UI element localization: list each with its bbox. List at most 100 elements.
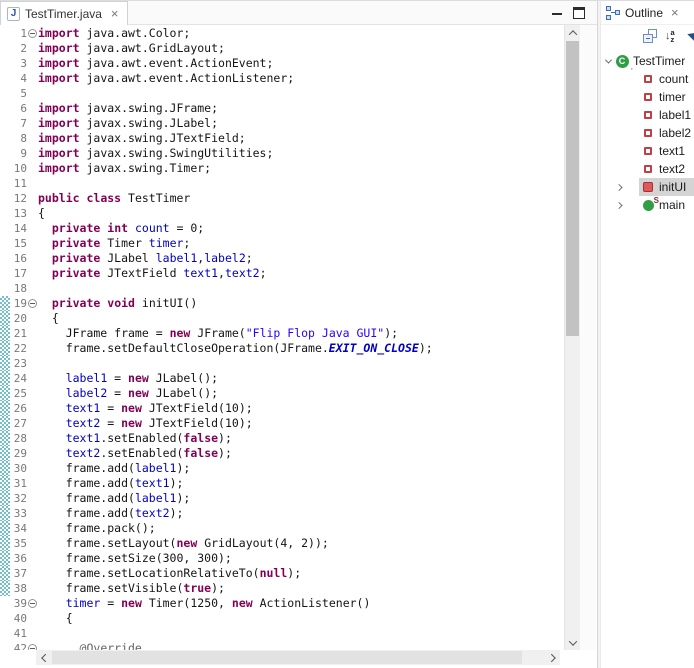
line-number[interactable]: 39 [10, 596, 27, 611]
line-number[interactable]: 27 [10, 416, 27, 431]
line-number[interactable]: 41 [10, 626, 27, 641]
line-number[interactable]: 37 [10, 566, 27, 581]
folding-ruler[interactable] [27, 536, 37, 551]
scroll-up-button[interactable] [565, 25, 580, 40]
line-number[interactable]: 19 [10, 296, 27, 311]
line-number[interactable]: 18 [10, 281, 27, 296]
folding-ruler[interactable] [27, 386, 37, 401]
line-number[interactable]: 26 [10, 401, 27, 416]
folding-ruler[interactable] [27, 236, 37, 251]
sort-icon[interactable]: ↓ a z [665, 29, 680, 44]
outline-item-count[interactable]: count [601, 70, 694, 88]
folding-ruler[interactable] [27, 416, 37, 431]
line-number[interactable]: 7 [10, 116, 27, 131]
fold-collapse-icon[interactable] [27, 29, 37, 38]
folding-ruler[interactable] [27, 101, 37, 116]
line-number[interactable]: 21 [10, 326, 27, 341]
line-number[interactable]: 30 [10, 461, 27, 476]
code-line[interactable]: 25 label2 = new JLabel(); [0, 386, 564, 401]
folding-ruler[interactable] [27, 461, 37, 476]
fold-collapse-icon[interactable] [27, 599, 37, 608]
folding-ruler[interactable] [27, 146, 37, 161]
outline-item-main[interactable]: Smain [601, 196, 694, 214]
folding-ruler[interactable] [27, 506, 37, 521]
outline-item-label2[interactable]: label2 [601, 124, 694, 142]
horizontal-scrollbar-thumb[interactable] [52, 651, 522, 664]
code-line[interactable]: 24 label1 = new JLabel(); [0, 371, 564, 386]
code-line[interactable]: 7 import javax.swing.JLabel; [0, 116, 564, 131]
outline-item-initUI[interactable]: initUI [601, 178, 694, 196]
folding-ruler[interactable] [27, 476, 37, 491]
folding-ruler[interactable] [27, 161, 37, 176]
line-number[interactable]: 23 [10, 356, 27, 371]
line-number[interactable]: 22 [10, 341, 27, 356]
code-line[interactable]: 11 [0, 176, 564, 191]
folding-ruler[interactable] [27, 86, 37, 101]
outline-item-text2[interactable]: text2 [601, 160, 694, 178]
minimize-icon[interactable] [552, 13, 562, 15]
code-line[interactable]: 42 @Override [0, 641, 564, 650]
fold-collapse-icon[interactable] [27, 299, 37, 308]
line-number[interactable]: 35 [10, 536, 27, 551]
code-line[interactable]: 36 frame.setSize(300, 300); [0, 551, 564, 566]
scroll-left-button[interactable] [36, 650, 51, 665]
code-line[interactable]: 14 private int count = 0; [0, 221, 564, 236]
folding-ruler[interactable] [27, 626, 37, 641]
folding-ruler[interactable] [27, 191, 37, 206]
line-number[interactable]: 24 [10, 371, 27, 386]
folding-ruler[interactable] [27, 566, 37, 581]
line-number[interactable]: 32 [10, 491, 27, 506]
line-number[interactable]: 40 [10, 611, 27, 626]
line-number[interactable]: 17 [10, 266, 27, 281]
folding-ruler[interactable] [27, 311, 37, 326]
line-number[interactable]: 1 [10, 26, 27, 41]
code-line[interactable]: 34 frame.pack(); [0, 521, 564, 536]
folding-ruler[interactable] [27, 371, 37, 386]
code-line[interactable]: 16 private JLabel label1,label2; [0, 251, 564, 266]
code-line[interactable]: 17 private JTextField text1,text2; [0, 266, 564, 281]
folding-ruler[interactable] [27, 206, 37, 221]
expand-arrow-icon[interactable] [615, 201, 625, 209]
folding-ruler[interactable] [27, 341, 37, 356]
code-line[interactable]: 26 text1 = new JTextField(10); [0, 401, 564, 416]
vertical-scrollbar[interactable] [565, 25, 580, 650]
line-number[interactable]: 10 [10, 161, 27, 176]
folding-ruler[interactable] [27, 176, 37, 191]
code-line[interactable]: 22 frame.setDefaultCloseOperation(JFrame… [0, 341, 564, 356]
maximize-icon[interactable] [573, 7, 585, 19]
line-number[interactable]: 25 [10, 386, 27, 401]
folding-ruler[interactable] [27, 41, 37, 56]
scroll-right-button[interactable] [545, 650, 560, 665]
line-number[interactable]: 12 [10, 191, 27, 206]
line-number[interactable]: 15 [10, 236, 27, 251]
folding-ruler[interactable] [27, 326, 37, 341]
folding-ruler[interactable] [27, 221, 37, 236]
code-line[interactable]: 38 frame.setVisible(true); [0, 581, 564, 596]
code-editor[interactable]: 1 import java.awt.Color; 2 import java.awt.… [0, 25, 565, 650]
line-number[interactable]: 2 [10, 41, 27, 56]
outline-item-TestTimer[interactable]: C, TestTimer [601, 52, 694, 71]
folding-ruler[interactable] [27, 551, 37, 566]
line-number[interactable]: 13 [10, 206, 27, 221]
code-line[interactable]: 39 timer = new Timer(1250, new ActionLis… [0, 596, 564, 611]
code-line[interactable]: 1 import java.awt.Color; [0, 26, 564, 41]
folding-ruler[interactable] [27, 251, 37, 266]
code-line[interactable]: 3 import java.awt.event.ActionEvent; [0, 56, 564, 71]
folding-ruler[interactable] [27, 356, 37, 371]
overview-ruler[interactable] [580, 25, 596, 650]
filter-icon[interactable] [685, 28, 694, 44]
code-line[interactable]: 29 text2.setEnabled(false); [0, 446, 564, 461]
outline-tab[interactable]: Outline × [601, 1, 694, 25]
tab-close-icon[interactable]: × [111, 6, 119, 21]
line-number[interactable]: 16 [10, 251, 27, 266]
code-line[interactable]: 18 [0, 281, 564, 296]
code-line[interactable]: 15 private Timer timer; [0, 236, 564, 251]
line-number[interactable]: 34 [10, 521, 27, 536]
line-number[interactable]: 14 [10, 221, 27, 236]
folding-ruler[interactable] [27, 401, 37, 416]
folding-ruler[interactable] [27, 56, 37, 71]
outline-item-text1[interactable]: text1 [601, 142, 694, 160]
line-number[interactable]: 4 [10, 71, 27, 86]
collapse-all-icon[interactable] [643, 29, 658, 43]
code-line[interactable]: 6 import javax.swing.JFrame; [0, 101, 564, 116]
